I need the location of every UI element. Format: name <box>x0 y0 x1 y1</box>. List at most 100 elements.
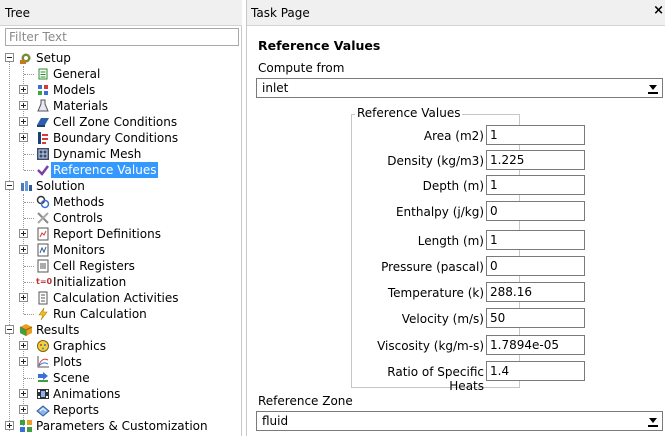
field-label: Velocity (m/s) <box>401 312 484 326</box>
length-input[interactable]: 1 <box>486 230 585 250</box>
results-icon <box>19 323 33 337</box>
materials-icon <box>36 99 50 113</box>
dynamic-mesh-icon <box>36 147 50 161</box>
field-label: Length (m) <box>417 234 484 248</box>
field-label: Density (kg/m3) <box>387 154 484 168</box>
tree-item-run-calculation[interactable]: Run Calculation <box>0 306 242 322</box>
temperature-input[interactable]: 288.16 <box>486 282 585 302</box>
tree-view: Setup General Models Materials Cell Zone… <box>0 50 242 436</box>
velocity-input[interactable]: 50 <box>486 308 585 328</box>
general-icon <box>36 67 50 81</box>
solution-icon <box>19 179 33 193</box>
tree-item-cell-registers[interactable]: Cell Registers <box>0 258 242 274</box>
tree-item-controls[interactable]: Controls <box>0 210 242 226</box>
monitors-icon <box>36 243 50 257</box>
tree-item-materials[interactable]: Materials <box>0 98 242 114</box>
depth-input[interactable]: 1 <box>486 175 585 195</box>
expand-toggle[interactable] <box>19 245 28 254</box>
reports-icon <box>36 403 50 417</box>
methods-icon <box>36 195 50 209</box>
tree-panel-title: Tree <box>0 0 242 26</box>
tree-item-solution[interactable]: Solution <box>0 178 242 194</box>
tree-item-scene[interactable]: Scene <box>0 370 242 386</box>
reference-zone-label: Reference Zone <box>258 394 353 408</box>
scene-icon <box>36 371 50 385</box>
reference-zone-value: fluid <box>262 414 289 428</box>
tree-item-graphics[interactable]: Graphics <box>0 338 242 354</box>
filter-text-input[interactable] <box>5 28 239 46</box>
expand-toggle[interactable] <box>19 85 28 94</box>
enthalpy-input[interactable]: 0 <box>486 201 585 221</box>
pressure-input[interactable]: 0 <box>486 256 585 276</box>
tree-item-cell-zone-conditions[interactable]: Cell Zone Conditions <box>0 114 242 130</box>
reference-values-group-title: Reference Values <box>355 106 463 120</box>
collapse-toggle[interactable] <box>5 325 14 334</box>
tree-panel: Tree Setup General <box>0 0 242 436</box>
tree-item-models[interactable]: Models <box>0 82 242 98</box>
run-calculation-icon <box>36 307 50 321</box>
tree-item-initialization[interactable]: t=0 Initialization <box>0 274 242 290</box>
tree-item-boundary-conditions[interactable]: Boundary Conditions <box>0 130 242 146</box>
field-label: Temperature (k) <box>387 286 484 300</box>
field-label: Depth (m) <box>422 179 484 193</box>
field-row-viscosity: Viscosity (kg/m-s) 1.7894e-05 <box>247 335 665 357</box>
animations-icon <box>36 387 50 401</box>
models-icon <box>36 83 50 97</box>
task-page-header: Task Page × <box>247 0 665 26</box>
specific-heats-input[interactable]: 1.4 <box>486 361 585 381</box>
field-row-area: Area (m2) 1 <box>247 125 665 147</box>
close-icon[interactable]: × <box>653 3 664 18</box>
dropdown-arrow-icon <box>647 415 659 427</box>
dropdown-arrow-icon <box>647 82 659 94</box>
tree-item-methods[interactable]: Methods <box>0 194 242 210</box>
field-row-specific-heats: Ratio of Specific Heats 1.4 <box>247 361 665 393</box>
expand-toggle[interactable] <box>19 229 28 238</box>
report-definitions-icon <box>36 227 50 241</box>
field-row-temperature: Temperature (k) 288.16 <box>247 282 665 304</box>
tree-item-reports[interactable]: Reports <box>0 402 242 418</box>
compute-from-dropdown[interactable]: inlet <box>256 78 663 98</box>
parameters-icon <box>19 419 33 433</box>
viscosity-input[interactable]: 1.7894e-05 <box>486 335 585 355</box>
tree-item-setup[interactable]: Setup <box>0 50 242 66</box>
tree-item-results[interactable]: Results <box>0 322 242 338</box>
tree-item-report-definitions[interactable]: Report Definitions <box>0 226 242 242</box>
field-row-enthalpy: Enthalpy (j/kg) 0 <box>247 201 665 223</box>
expand-toggle[interactable] <box>19 405 28 414</box>
cell-zone-icon <box>36 115 50 129</box>
tree-item-general[interactable]: General <box>0 66 242 82</box>
initialization-icon: t=0 <box>36 277 53 286</box>
field-label: Pressure (pascal) <box>381 260 484 274</box>
expand-toggle[interactable] <box>19 133 28 142</box>
expand-toggle[interactable] <box>19 357 28 366</box>
tree-item-calculation-activities[interactable]: Calculation Activities <box>0 290 242 306</box>
boundary-icon <box>36 131 50 145</box>
field-row-depth: Depth (m) 1 <box>247 175 665 197</box>
density-input[interactable]: 1.225 <box>486 150 585 170</box>
field-row-length: Length (m) 1 <box>247 230 665 252</box>
tree-item-parameters-customization[interactable]: Parameters & Customization <box>0 418 242 434</box>
tree-item-monitors[interactable]: Monitors <box>0 242 242 258</box>
tree-item-dynamic-mesh[interactable]: Dynamic Mesh <box>0 146 242 162</box>
field-label: Enthalpy (j/kg) <box>395 205 484 219</box>
expand-toggle[interactable] <box>19 341 28 350</box>
expand-toggle[interactable] <box>19 293 28 302</box>
collapse-toggle[interactable] <box>5 53 14 62</box>
area-input[interactable]: 1 <box>486 125 585 145</box>
expand-toggle[interactable] <box>19 101 28 110</box>
page-title: Reference Values <box>258 38 381 53</box>
controls-icon <box>36 211 50 225</box>
tree-item-reference-values[interactable]: Reference Values <box>0 162 242 178</box>
expand-toggle[interactable] <box>19 389 28 398</box>
compute-from-label: Compute from <box>258 61 345 75</box>
expand-toggle[interactable] <box>5 421 14 430</box>
plots-icon <box>36 355 50 369</box>
tree-item-animations[interactable]: Animations <box>0 386 242 402</box>
reference-values-icon <box>36 163 50 177</box>
field-row-pressure: Pressure (pascal) 0 <box>247 256 665 278</box>
expand-toggle[interactable] <box>19 117 28 126</box>
collapse-toggle[interactable] <box>5 181 14 190</box>
tree-item-plots[interactable]: Plots <box>0 354 242 370</box>
reference-zone-dropdown[interactable]: fluid <box>256 411 663 431</box>
cell-registers-icon <box>36 259 50 273</box>
